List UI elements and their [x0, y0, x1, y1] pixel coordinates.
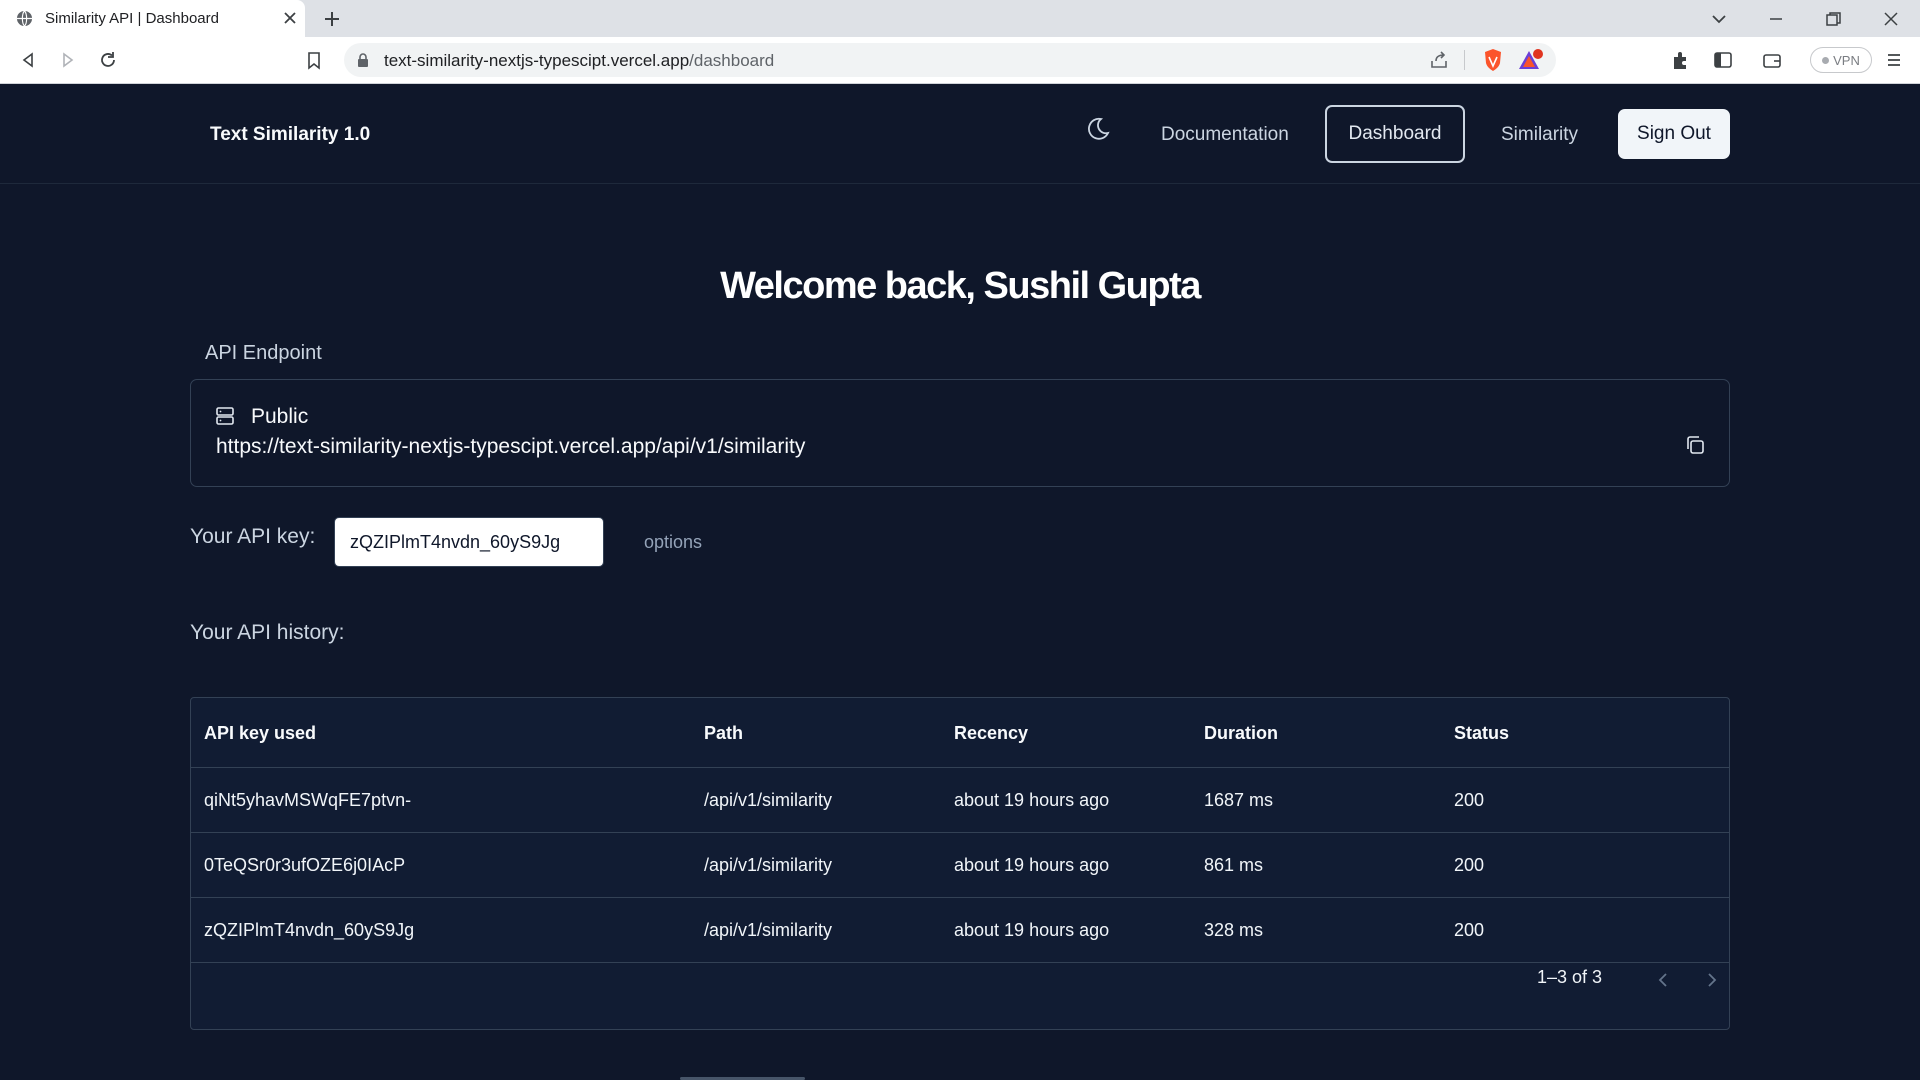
- table-row[interactable]: 0TeQSr0r3ufOZE6j0IAcP /api/v1/similarity…: [191, 833, 1729, 898]
- reload-icon[interactable]: [97, 49, 119, 71]
- pagination-info: 1–3 of 3: [1537, 967, 1603, 987]
- close-window-icon[interactable]: [1880, 8, 1902, 30]
- lock-icon: [358, 53, 368, 67]
- browser-toolbar: text-similarity-nextjs-typescipt.vercel.…: [0, 37, 1920, 84]
- browser-tab-strip: Similarity API | Dashboard: [0, 0, 1920, 37]
- cell-status: 200: [1454, 920, 1485, 940]
- wallet-icon[interactable]: [1761, 49, 1783, 71]
- nav-documentation[interactable]: Documentation: [1161, 124, 1289, 146]
- cell-api-key: zQZIPlmT4nvdn_60yS9Jg: [204, 920, 415, 940]
- bookmark-icon[interactable]: [303, 49, 325, 71]
- vpn-status-dot: [1822, 56, 1830, 64]
- copy-icon[interactable]: [1684, 434, 1706, 456]
- extensions-icon[interactable]: [1670, 49, 1692, 71]
- cell-recency: about 19 hours ago: [954, 920, 1110, 940]
- api-history-table: API key used Path Recency Duration Statu…: [190, 697, 1730, 1030]
- table-row[interactable]: qiNt5yhavMSWqFE7ptvn- /api/v1/similarity…: [191, 768, 1729, 833]
- cell-api-key: 0TeQSr0r3ufOZE6j0IAcP: [204, 855, 406, 875]
- tab-title: Similarity API | Dashboard: [45, 10, 219, 27]
- endpoint-visibility: Public: [251, 405, 309, 428]
- brave-rewards-icon[interactable]: [1518, 48, 1544, 72]
- menu-icon[interactable]: [1883, 49, 1905, 71]
- minimize-icon[interactable]: [1765, 8, 1787, 30]
- endpoint-label: API Endpoint: [205, 342, 322, 364]
- cell-api-key: qiNt5yhavMSWqFE7ptvn-: [204, 790, 412, 810]
- share-icon[interactable]: [1428, 49, 1450, 71]
- options-button[interactable]: options: [644, 532, 702, 553]
- page-title: Welcome back, Sushil Gupta: [720, 265, 1201, 307]
- cell-duration: 861 ms: [1204, 855, 1264, 875]
- cell-status: 200: [1454, 855, 1485, 875]
- cell-status: 200: [1454, 790, 1485, 810]
- omnibox-divider: [1464, 50, 1465, 70]
- url-path: /dashboard: [689, 51, 775, 70]
- table-row[interactable]: zQZIPlmT4nvdn_60yS9Jg /api/v1/similarity…: [191, 898, 1729, 963]
- browser-tab-active[interactable]: Similarity API | Dashboard: [0, 0, 305, 37]
- moon-icon[interactable]: [1082, 114, 1112, 144]
- nav-similarity[interactable]: Similarity: [1501, 124, 1578, 146]
- cell-path: /api/v1/similarity: [704, 790, 833, 810]
- cell-path: /api/v1/similarity: [704, 920, 833, 940]
- globe-icon: [16, 10, 33, 27]
- brave-shields-icon[interactable]: [1482, 48, 1504, 72]
- sign-out-button[interactable]: Sign Out: [1618, 109, 1730, 159]
- endpoint-url: https://text-similarity-nextjs-typescipt…: [216, 435, 806, 458]
- column-header-duration[interactable]: Duration: [1204, 723, 1278, 744]
- brand-link[interactable]: Text Similarity 1.0: [210, 124, 370, 146]
- address-bar[interactable]: text-similarity-nextjs-typescipt.vercel.…: [344, 43, 1556, 77]
- close-tab-icon[interactable]: [281, 9, 299, 27]
- site-navbar: Text Similarity 1.0 Documentation Dashbo…: [0, 84, 1920, 184]
- back-icon[interactable]: [17, 49, 39, 71]
- restore-icon[interactable]: [1822, 8, 1844, 30]
- new-tab-icon[interactable]: [321, 8, 343, 30]
- nav-dashboard[interactable]: Dashboard: [1325, 105, 1465, 163]
- cell-duration: 328 ms: [1204, 920, 1264, 940]
- cell-recency: about 19 hours ago: [954, 790, 1110, 810]
- api-key-label: Your API key:: [190, 525, 316, 548]
- column-header-path[interactable]: Path: [704, 723, 743, 744]
- sidebar-icon[interactable]: [1712, 49, 1734, 71]
- column-header-api-key[interactable]: API key used: [204, 723, 316, 744]
- column-header-status[interactable]: Status: [1454, 723, 1509, 744]
- endpoint-card: Public https://text-similarity-nextjs-ty…: [190, 379, 1730, 487]
- api-history-label: Your API history:: [190, 621, 345, 644]
- url-host: text-similarity-nextjs-typescipt.vercel.…: [384, 51, 690, 70]
- cell-path: /api/v1/similarity: [704, 855, 833, 875]
- url-text: text-similarity-nextjs-typescipt.vercel.…: [384, 51, 774, 71]
- vpn-label: VPN: [1833, 52, 1860, 68]
- chevron-right-icon[interactable]: [1701, 969, 1723, 991]
- column-header-recency[interactable]: Recency: [954, 723, 1028, 744]
- api-key-field[interactable]: [334, 517, 604, 567]
- vpn-button[interactable]: VPN: [1810, 47, 1872, 73]
- table-header: API key used Path Recency Duration Statu…: [191, 698, 1729, 768]
- chevron-left-icon[interactable]: [1652, 969, 1674, 991]
- forward-icon[interactable]: [57, 49, 79, 71]
- server-icon: [216, 407, 234, 425]
- tab-search-chevron-icon[interactable]: [1708, 8, 1730, 30]
- cell-recency: about 19 hours ago: [954, 855, 1110, 875]
- cell-duration: 1687 ms: [1204, 790, 1274, 810]
